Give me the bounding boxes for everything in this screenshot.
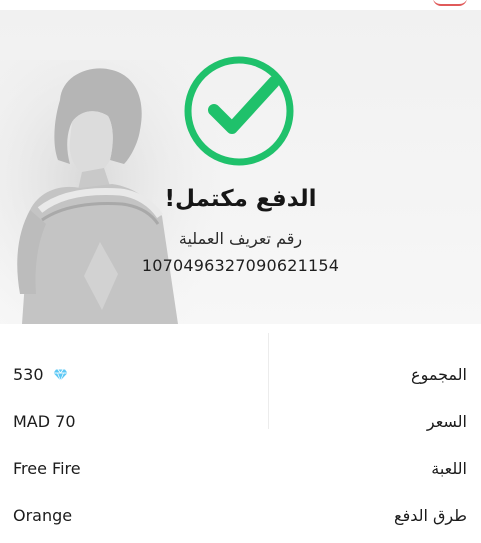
total-amount: 530 xyxy=(13,365,44,384)
detail-row-total: 530 المجموع xyxy=(0,355,481,395)
detail-row-price: MAD 70 السعر xyxy=(0,402,481,442)
diamond-icon xyxy=(53,368,68,381)
payment-complete-title: الدفع مكتمل! xyxy=(164,186,317,212)
transaction-id-label: رقم تعريف العملية xyxy=(178,229,303,248)
success-banner: الدفع مكتمل! رقم تعريف العملية 107049632… xyxy=(0,10,481,324)
game-label: اللعبة xyxy=(431,459,467,478)
detail-row-game: Free Fire اللعبة xyxy=(0,449,481,489)
corner-brand-mark xyxy=(433,0,467,6)
payment-method-label: طرق الدفع xyxy=(394,506,467,525)
order-details: 530 المجموع MAD 70 السعر Free Fire اللعب… xyxy=(0,325,481,543)
total-label: المجموع xyxy=(411,365,467,384)
detail-row-payment-method: Orange طرق الدفع xyxy=(0,496,481,536)
price-value: MAD 70 xyxy=(13,412,76,431)
game-value: Free Fire xyxy=(13,459,81,478)
transaction-id-value: 1070496327090621154 xyxy=(141,256,340,275)
success-check-icon xyxy=(184,56,294,166)
total-value: 530 xyxy=(13,365,68,384)
payment-method-value: Orange xyxy=(13,506,73,525)
payment-confirmation-page: الدفع مكتمل! رقم تعريف العملية 107049632… xyxy=(0,0,481,543)
price-label: السعر xyxy=(426,412,467,431)
